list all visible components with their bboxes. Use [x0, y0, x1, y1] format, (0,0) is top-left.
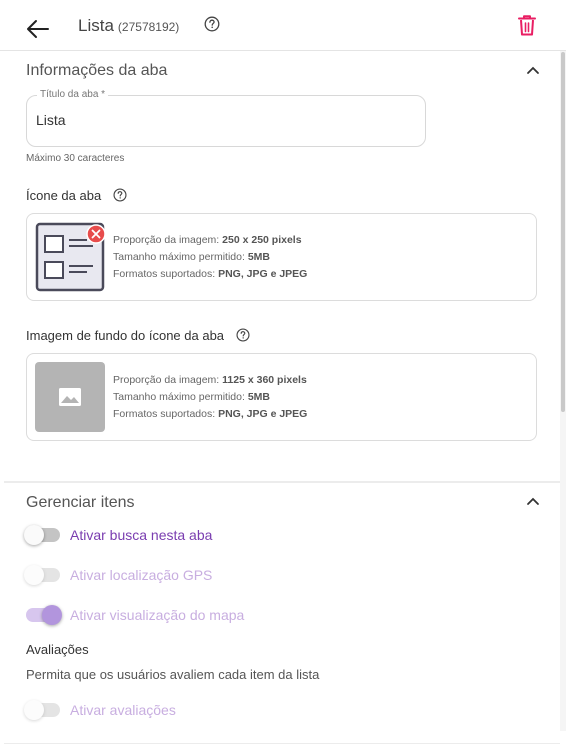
max-size-value: 5MB: [247, 251, 270, 263]
ratings-description: Permita que os usuários avaliem cada ite…: [26, 667, 320, 682]
toggle-switch-ratings[interactable]: [24, 700, 60, 720]
tab-icon-label: Ícone da aba: [26, 188, 102, 203]
ratings-heading: Avaliações: [26, 642, 89, 657]
tab-title-input[interactable]: [36, 110, 406, 130]
toggle-switch-search[interactable]: [24, 525, 60, 545]
help-icon[interactable]: [204, 16, 220, 37]
image-placeholder-icon: [35, 362, 105, 432]
tab-icon-upload[interactable]: Proporção da imagem: 250 x 250 pixels Ta…: [26, 213, 537, 301]
toggle-knob: [24, 565, 44, 585]
proportion-value: 250 x 250 pixels: [222, 234, 302, 246]
section-title-manage: Gerenciar itens: [26, 494, 135, 511]
toggle-switch-map[interactable]: [26, 605, 62, 625]
top-bar: Lista (27578192): [0, 0, 566, 51]
manage-items-section: Gerenciar itens Ativar busca nesta aba A…: [4, 482, 560, 744]
page-title-text: Lista: [78, 16, 114, 35]
chevron-up-icon[interactable]: [526, 62, 540, 80]
formats-label: Formatos suportados:: [113, 408, 216, 420]
page-title: Lista (27578192): [78, 16, 179, 36]
max-size-label: Tamanho máximo permitido:: [113, 251, 245, 263]
tab-icon-heading: Ícone da aba: [26, 188, 127, 205]
toggle-knob: [42, 605, 62, 625]
toggle-map-label: Ativar visualização do mapa: [70, 607, 245, 623]
bg-icon-label: Imagem de fundo do ícone da aba: [26, 328, 225, 343]
toggle-gps-label: Ativar localização GPS: [70, 567, 213, 583]
toggle-switch-gps[interactable]: [24, 565, 60, 585]
max-size-label: Tamanho máximo permitido:: [113, 391, 245, 403]
title-char-hint: Máximo 30 caracteres: [26, 153, 125, 164]
page-id: (27578192): [117, 20, 180, 34]
section-title-tab-info: Informações da aba: [26, 62, 168, 79]
scrollbar-thumb[interactable]: [561, 52, 565, 412]
delete-trash-icon[interactable]: [517, 14, 537, 41]
help-icon[interactable]: [236, 328, 250, 345]
chevron-up-icon[interactable]: [526, 493, 540, 511]
toggle-knob: [24, 525, 44, 545]
tab-info-section: Informações da aba Título da aba * Máxim…: [4, 51, 560, 482]
bg-icon-upload[interactable]: Proporção da imagem: 1125 x 360 pixels T…: [26, 353, 537, 441]
icon-requirements: Proporção da imagem: 250 x 250 pixels Ta…: [113, 232, 307, 283]
proportion-value: 1125 x 360 pixels: [222, 374, 307, 386]
bg-icon-heading: Imagem de fundo do ícone da aba: [26, 328, 250, 345]
toggle-knob: [24, 700, 44, 720]
back-arrow-icon[interactable]: [26, 18, 50, 40]
remove-image-icon[interactable]: [86, 224, 106, 249]
tab-title-field: Título da aba *: [26, 89, 426, 147]
proportion-label: Proporção da imagem:: [113, 234, 220, 246]
tab-title-label: Título da aba *: [37, 89, 109, 100]
bg-requirements: Proporção da imagem: 1125 x 360 pixels T…: [113, 372, 307, 423]
toggle-search-label: Ativar busca nesta aba: [70, 527, 213, 543]
proportion-label: Proporção da imagem:: [113, 374, 220, 386]
formats-label: Formatos suportados:: [113, 268, 216, 280]
formats-value: PNG, JPG e JPEG: [218, 408, 308, 420]
max-size-value: 5MB: [247, 391, 270, 403]
help-icon[interactable]: [113, 188, 127, 205]
toggle-ratings-label: Ativar avaliações: [70, 702, 176, 718]
formats-value: PNG, JPG e JPEG: [218, 268, 308, 280]
